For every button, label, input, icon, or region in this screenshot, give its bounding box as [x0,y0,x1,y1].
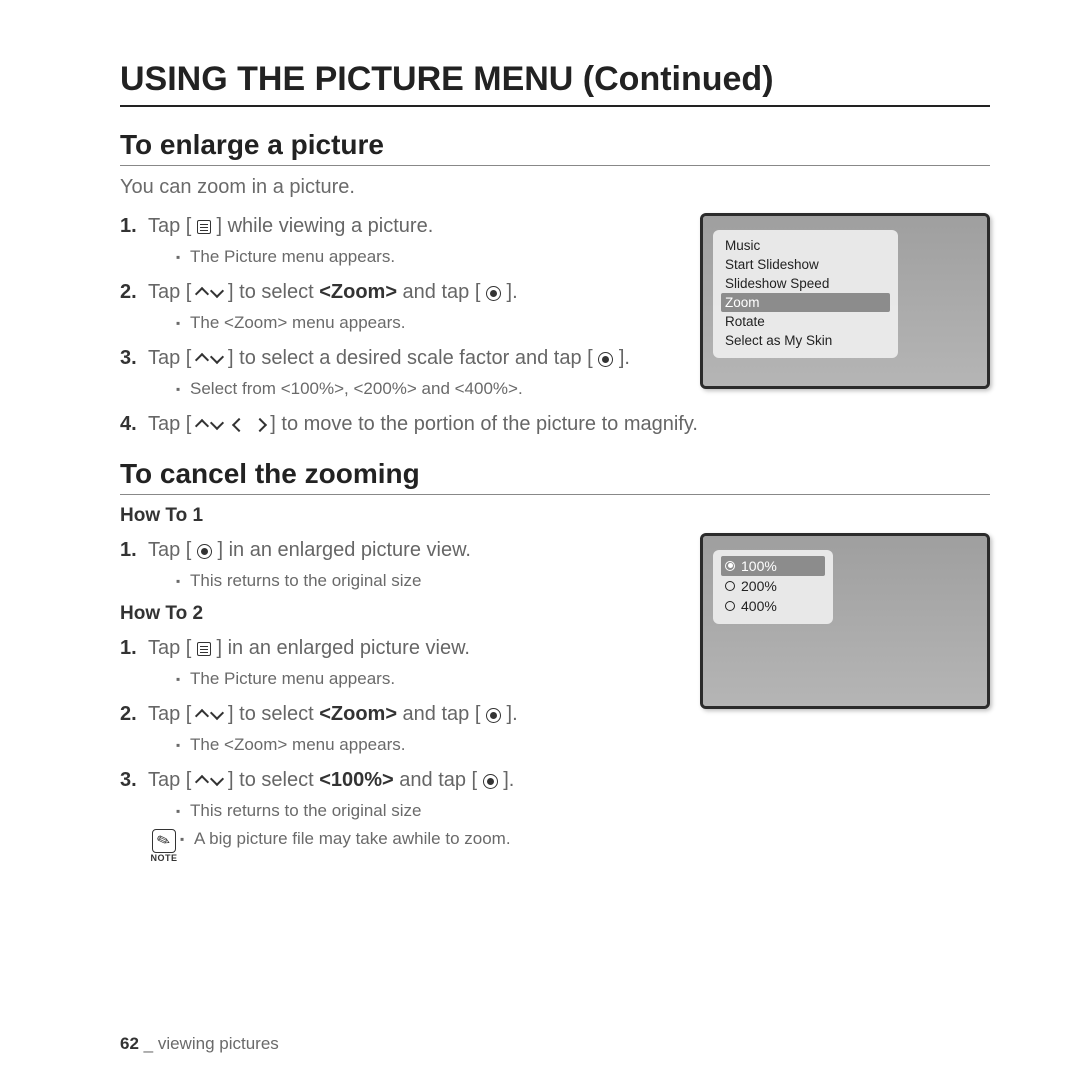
chevron-down-icon [210,772,224,786]
device-screenshot-menu: Music Start Slideshow Slideshow Speed Zo… [700,213,990,389]
howto1-step1: Tap [ ] in an enlarged picture view. Thi… [120,537,680,593]
chevron-up-icon [195,353,209,367]
s1-step3-sub: Select from <100%>, <200%> and <400%>. [176,378,680,401]
howto2-step2: Tap [ ] to select <Zoom> and tap [ ]. Th… [120,701,680,757]
zoom-option: 200% [721,576,825,596]
howto2-step1: Tap [ ] in an enlarged picture view. The… [120,635,680,691]
note-text: A big picture file may take awhile to zo… [188,829,511,849]
page-title: USING THE PICTURE MENU (Continued) [120,60,990,107]
ok-icon [483,774,498,789]
s1-step3: Tap [ ] to select a desired scale factor… [120,345,680,401]
howto2-label: How To 2 [120,603,680,625]
menu-item: Start Slideshow [721,255,890,274]
s1-step2-sub: The <Zoom> menu appears. [176,312,680,335]
zoom-option-selected: 100% [721,556,825,576]
ok-icon [486,286,501,301]
howto1-label: How To 1 [120,505,680,527]
menu-item: Rotate [721,312,890,331]
picture-menu-popup: Music Start Slideshow Slideshow Speed Zo… [713,230,898,358]
chevron-left-icon [232,418,246,432]
chevron-up-icon [195,775,209,789]
howto2-step1-sub: The Picture menu appears. [176,668,680,691]
s1-step2: Tap [ ] to select <Zoom> and tap [ ]. Th… [120,279,680,335]
menu-icon [197,642,211,656]
menu-item: Select as My Skin [721,331,890,350]
radio-icon [725,581,735,591]
ok-icon [598,352,613,367]
howto2-step3-sub: This returns to the original size [176,800,680,823]
s1-step4: Tap [ ] to move to the portion of the pi… [120,411,940,438]
zoom-option: 400% [721,596,825,616]
chevron-up-icon [195,419,209,433]
ok-icon [197,544,212,559]
howto2-step2-sub: The <Zoom> menu appears. [176,734,680,757]
chevron-up-icon [195,287,209,301]
chevron-right-icon [253,418,267,432]
chevron-up-icon [195,709,209,723]
section1-intro: You can zoom in a picture. [120,176,990,199]
chevron-down-icon [210,706,224,720]
note-icon: ✎ NOTE [148,829,180,863]
ok-icon [486,708,501,723]
chevron-down-icon [210,350,224,364]
menu-item-selected: Zoom [721,293,890,312]
chevron-down-icon [210,416,224,430]
radio-icon [725,561,735,571]
section-heading-enlarge: To enlarge a picture [120,129,990,166]
s1-step1-sub: The Picture menu appears. [176,246,680,269]
menu-icon [197,220,211,234]
chevron-down-icon [210,284,224,298]
menu-item: Slideshow Speed [721,274,890,293]
howto1-step1-sub: This returns to the original size [176,570,680,593]
page-footer: 62 _ viewing pictures [120,1034,279,1054]
menu-item: Music [721,236,890,255]
s1-step1: Tap [ ] while viewing a picture. The Pic… [120,213,680,269]
device-screenshot-zoom: 100% 200% 400% [700,533,990,709]
radio-icon [725,601,735,611]
zoom-menu-popup: 100% 200% 400% [713,550,833,624]
howto2-step3: Tap [ ] to select <100%> and tap [ ]. Th… [120,767,680,823]
section-heading-cancel: To cancel the zooming [120,458,990,495]
